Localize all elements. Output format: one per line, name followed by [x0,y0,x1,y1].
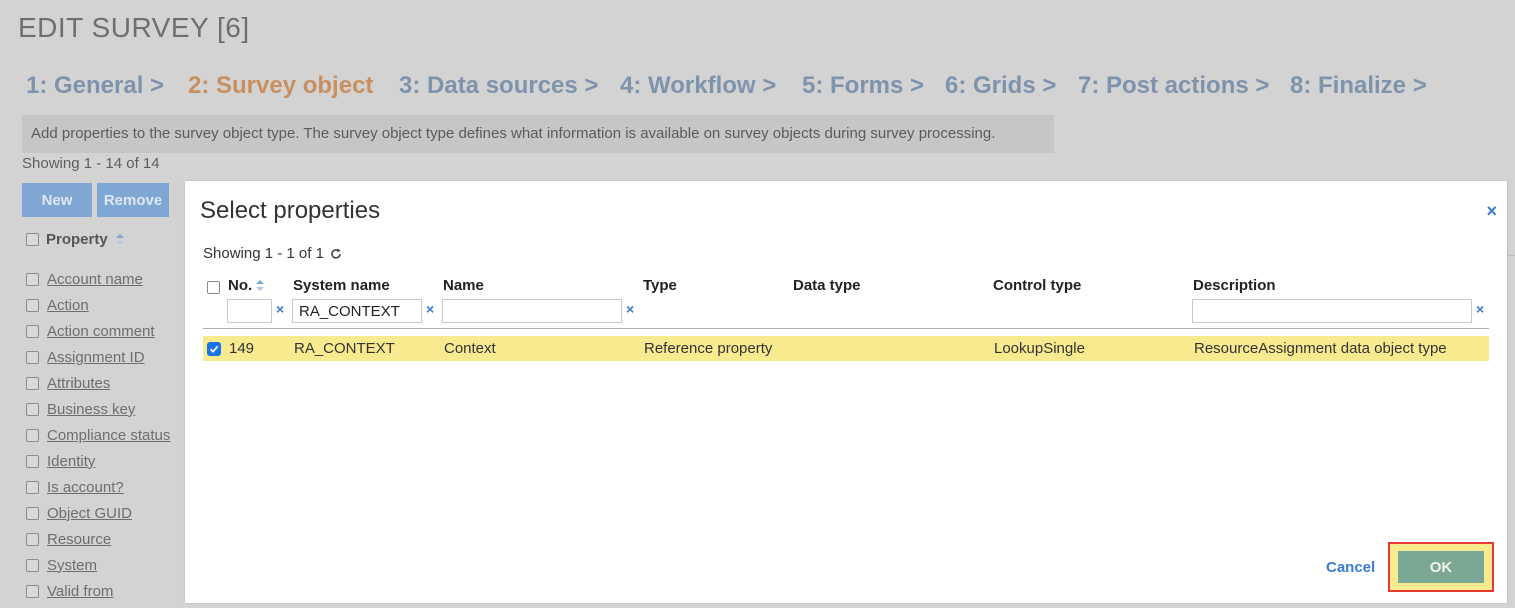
property-link[interactable]: Action [47,297,89,314]
list-item: Valid from [26,578,170,604]
row-checkbox[interactable] [26,272,39,286]
row-checkbox[interactable] [26,532,39,546]
row-checkbox[interactable] [26,454,39,468]
cell-description: ResourceAssignment data object type [1194,340,1447,357]
property-link[interactable]: Valid from [47,583,113,600]
column-header-description[interactable]: Description [1193,277,1276,294]
step-data-sources[interactable]: 3: Data sources > [399,72,598,100]
step-survey-object[interactable]: 2: Survey object [188,72,373,100]
row-checkbox[interactable] [26,558,39,572]
table-row[interactable]: 149 RA_CONTEXT Context Reference propert… [203,336,1489,361]
list-item: Object GUID [26,500,170,526]
description-filter-input[interactable] [1192,299,1472,323]
column-header-data-type[interactable]: Data type [793,277,861,294]
column-header-no-label: No. [228,277,253,294]
row-checkbox[interactable] [26,584,39,598]
ok-button[interactable]: OK [1398,551,1484,583]
row-checkbox[interactable] [26,428,39,442]
list-item: Account name [26,266,170,292]
column-header-name[interactable]: Name [443,277,484,294]
ok-button-highlight: OK [1388,542,1494,592]
row-checkbox-checked[interactable] [207,342,221,356]
row-checkbox[interactable] [26,506,39,520]
property-link[interactable]: Is account? [47,479,124,496]
row-checkbox[interactable] [26,402,39,416]
dialog-showing-count: Showing 1 - 1 of 1 [203,245,342,262]
property-link[interactable]: Account name [47,271,143,288]
step-forms[interactable]: 5: Forms > [802,72,924,100]
name-filter-input[interactable] [442,299,622,323]
page-title: EDIT SURVEY [6] [18,12,250,43]
select-properties-dialog: Select properties × Showing 1 - 1 of 1 N… [185,181,1507,603]
sort-icon[interactable] [256,279,265,292]
row-checkbox[interactable] [26,324,39,338]
step-post-actions[interactable]: 7: Post actions > [1078,72,1269,100]
cell-name: Context [444,340,496,357]
select-all-checkbox[interactable] [207,281,220,294]
property-link[interactable]: Object GUID [47,505,132,522]
property-link[interactable]: Compliance status [47,427,170,444]
cell-system-name: RA_CONTEXT [294,340,395,357]
row-checkbox[interactable] [26,480,39,494]
list-item: Business key [26,396,170,422]
clear-filter-icon[interactable]: × [1476,301,1484,317]
step-grids[interactable]: 6: Grids > [945,72,1056,100]
list-item: Is account? [26,474,170,500]
list-item: System [26,552,170,578]
property-link[interactable]: Resource [47,531,111,548]
cancel-button[interactable]: Cancel [1326,559,1375,576]
header-divider [203,328,1489,329]
property-link[interactable]: System [47,557,97,574]
clear-filter-icon[interactable]: × [626,301,634,317]
property-list: Account name Action Action comment Assig… [26,266,170,604]
property-link[interactable]: Identity [47,453,95,470]
remove-button[interactable]: Remove [97,183,169,217]
cell-type: Reference property [644,340,773,357]
row-checkbox[interactable] [26,376,39,390]
new-button[interactable]: New [22,183,92,217]
step-finalize[interactable]: 8: Finalize > [1290,72,1427,100]
column-header-no[interactable]: No. [228,277,265,294]
cell-control-type: LookupSingle [994,340,1085,357]
showing-text: Showing 1 - 1 of 1 [203,245,324,262]
property-link[interactable]: Assignment ID [47,349,145,366]
property-link[interactable]: Action comment [47,323,155,340]
clear-filter-icon[interactable]: × [426,301,434,317]
property-link[interactable]: Business key [47,401,135,418]
list-item: Identity [26,448,170,474]
divider [1507,255,1515,256]
column-header-system-name[interactable]: System name [293,277,390,294]
step-workflow[interactable]: 4: Workflow > [620,72,776,100]
system-name-filter-input[interactable] [292,299,422,323]
list-item: Compliance status [26,422,170,448]
select-all-checkbox[interactable] [26,233,39,246]
cell-no: 149 [229,340,255,357]
list-item: Action comment [26,318,170,344]
list-item: Attributes [26,370,170,396]
row-checkbox[interactable] [26,298,39,312]
list-item: Resource [26,526,170,552]
info-banner: Add properties to the survey object type… [22,115,1054,153]
page-showing-count: Showing 1 - 14 of 14 [22,155,160,172]
property-header-label[interactable]: Property [46,231,108,248]
no-filter-input[interactable] [227,299,272,323]
sort-icon[interactable] [115,233,124,246]
list-item: Action [26,292,170,318]
dialog-title: Select properties [200,197,381,224]
list-item: Assignment ID [26,344,170,370]
close-icon[interactable]: × [1486,201,1497,222]
clear-filter-icon[interactable]: × [276,301,284,317]
refresh-icon[interactable] [330,248,342,260]
step-general[interactable]: 1: General > [26,72,164,100]
property-column-header: Property [26,231,124,248]
property-link[interactable]: Attributes [47,375,110,392]
column-header-control-type[interactable]: Control type [993,277,1081,294]
row-checkbox[interactable] [26,350,39,364]
column-header-type[interactable]: Type [643,277,677,294]
